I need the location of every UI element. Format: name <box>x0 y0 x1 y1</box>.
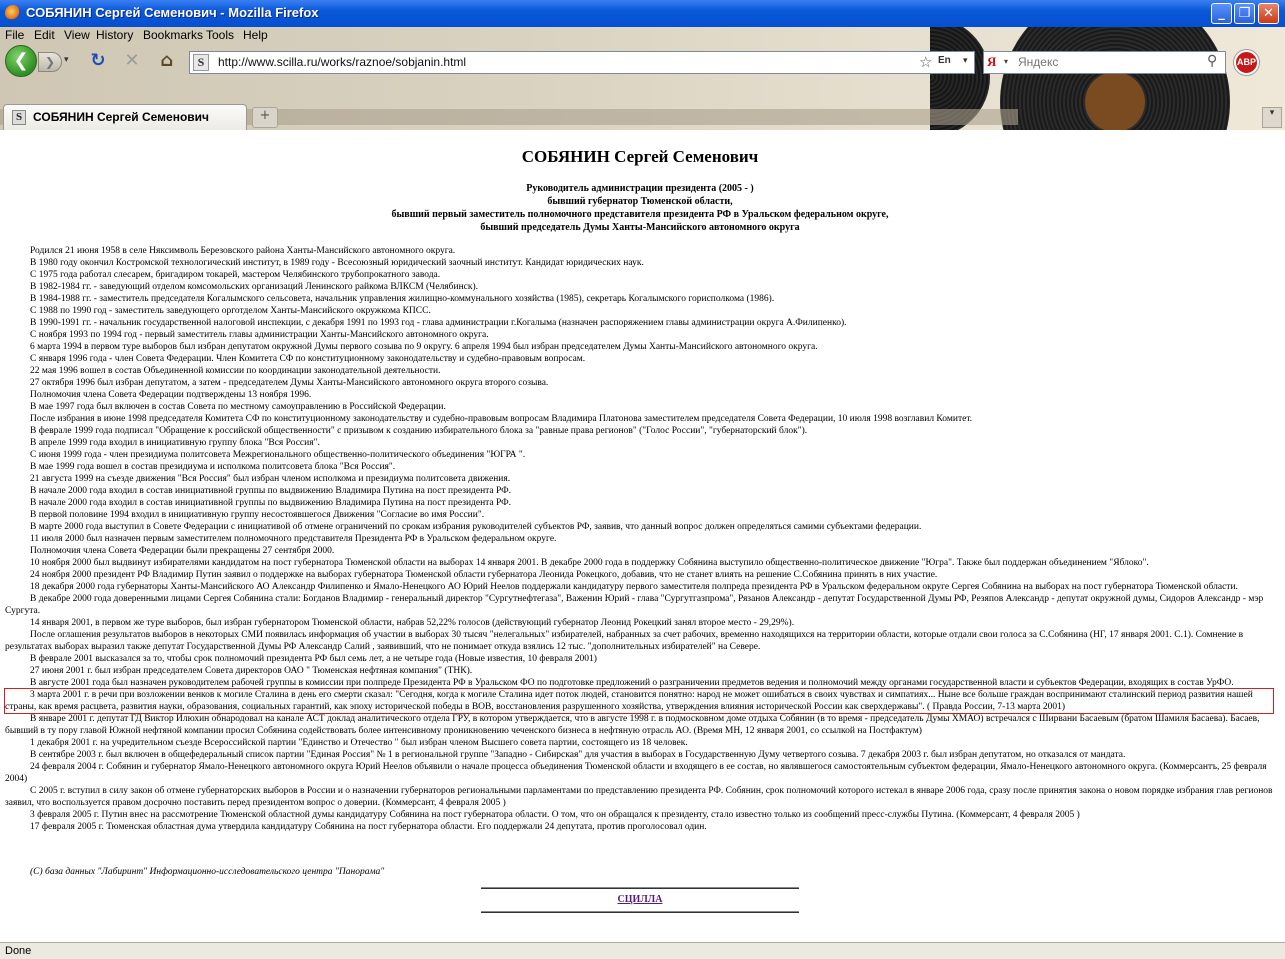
bio-paragraph: 24 февраля 2004 г. Собянин и губернатор … <box>5 762 1267 784</box>
close-button[interactable]: ✕ <box>1258 3 1279 24</box>
bio-paragraph: После избрания в июне 1998 председателя … <box>30 414 973 424</box>
back-button[interactable]: ❮ <box>5 45 37 77</box>
bio-paragraph: С 1988 по 1990 год - заместитель заведую… <box>30 306 431 316</box>
maximize-button[interactable]: ❐ <box>1234 3 1255 24</box>
tab-sobyanin[interactable]: S СОБЯНИН Сергей Семенович <box>3 104 247 130</box>
bio-paragraph: В феврале 2001 высказался за то, чтобы с… <box>30 654 597 664</box>
bio-paragraph: В мае 1997 года был включен в состав Сов… <box>30 402 446 412</box>
bio-paragraph: В декабре 2000 года доверенными лицами С… <box>5 594 1264 616</box>
bio-paragraph: В 1984-1988 гг. - заместитель председате… <box>30 294 775 304</box>
url-dropdown-icon[interactable]: ▾ <box>963 56 968 66</box>
site-identity-icon[interactable]: S <box>193 54 209 71</box>
bio-paragraph: 14 января 2001, в первом же туре выборов… <box>30 618 795 628</box>
page-subtitle: Руководитель администрации президента (2… <box>0 182 1280 234</box>
minimize-button[interactable]: _ <box>1211 3 1232 24</box>
subtitle-line: бывший председатель Думы Ханты-Мансийско… <box>480 222 800 233</box>
tab-label: СОБЯНИН Сергей Семенович <box>33 110 210 124</box>
bio-paragraph: 3 марта 2001 г. в речи при возложении ве… <box>4 688 1274 714</box>
tab-favicon: S <box>12 110 26 125</box>
url-input[interactable] <box>218 55 898 69</box>
forward-button[interactable]: ❯ <box>38 52 62 72</box>
bio-paragraph: Полномочия члена Совета Федерации подтве… <box>30 390 312 400</box>
url-bar[interactable]: S ☆ En ▾ <box>189 51 975 74</box>
bio-paragraph: 18 декабря 2000 года губернаторы Ханты-М… <box>30 582 1238 592</box>
bio-paragraph: 27 октября 1996 был избран депутатом, а … <box>30 378 549 388</box>
all-tabs-button[interactable]: ▾ <box>1262 107 1282 128</box>
stop-icon[interactable]: ✕ <box>120 50 144 74</box>
history-dropdown-icon[interactable]: ▾ <box>64 55 69 65</box>
bio-paragraph: 6 марта 1994 в первом туре выборов был и… <box>30 342 818 352</box>
bio-paragraph: С 2005 г. вступил в силу закон об отмене… <box>5 786 1273 808</box>
bio-paragraph: В 1980 году окончил Костромской технолог… <box>30 258 644 268</box>
bio-paragraph: Полномочия члена Совета Федерации были п… <box>30 546 335 556</box>
bio-paragraph: В начале 2000 года входил в состав иници… <box>30 486 512 496</box>
menu-bookmarks[interactable]: Bookmarks <box>143 28 203 42</box>
bio-paragraph: В первой половине 1994 входил в инициати… <box>30 510 485 520</box>
divider <box>481 911 799 913</box>
new-tab-button[interactable]: + <box>252 107 278 128</box>
bio-paragraph: 21 августа 1999 на съезде движения "Вся … <box>30 474 511 484</box>
subtitle-line: бывший первый заместитель полномочного п… <box>391 209 889 220</box>
status-text: Done <box>5 945 32 957</box>
bio-paragraph: В январе 2001 г. депутат ГД Виктор Илюхи… <box>5 714 1260 736</box>
bio-paragraph: В апреле 1999 года входил в инициативную… <box>30 438 320 448</box>
page-title: СОБЯНИН Сергей Семенович <box>521 147 759 166</box>
bio-paragraph: В 1982-1984 гг. - заведующий отделом ком… <box>30 282 479 292</box>
bio-paragraph: С января 1996 года - член Совета Федерац… <box>30 354 586 364</box>
engine-dropdown-icon[interactable]: ▾ <box>1004 57 1008 66</box>
menu-tools[interactable]: Tools <box>206 28 234 42</box>
bio-paragraph: 11 июля 2000 был назначен первым замести… <box>30 534 557 544</box>
yandex-icon[interactable]: Я <box>987 54 996 70</box>
source-note: (С) база данных "Лабиринт" Информационно… <box>30 867 385 877</box>
reload-icon[interactable]: ↻ <box>86 50 110 74</box>
menu-help[interactable]: Help <box>243 28 268 42</box>
menu-view[interactable]: View <box>64 28 90 42</box>
bio-paragraph: В мае 1999 года вошел в состав президиум… <box>30 462 396 472</box>
bio-paragraph: 1 декабря 2001 г. на учредительном съезд… <box>30 738 688 748</box>
menu-file[interactable]: File <box>5 28 24 42</box>
bio-paragraph: 17 февраля 2005 г. Тюменская областная д… <box>30 822 707 832</box>
menu-edit[interactable]: Edit <box>34 28 55 42</box>
adblock-plus-icon[interactable]: ABP <box>1234 50 1259 75</box>
bio-paragraph: 3 февраля 2005 г. Путин внес на рассмотр… <box>30 810 1080 820</box>
title-bar: СОБЯНИН Сергей Семенович - Mozilla Firef… <box>0 0 1285 27</box>
tab-strip: S СОБЯНИН Сергей Семенович + ▾ <box>0 104 1285 130</box>
home-icon[interactable]: ⌂ <box>155 50 179 74</box>
bio-paragraph: В 1990-1991 гг. - начальник государствен… <box>30 318 847 328</box>
subtitle-line: бывший губернатор Тюменской области, <box>547 196 733 207</box>
bio-paragraph: С 1975 года работал слесарем, бригадиром… <box>30 270 441 280</box>
bio-paragraph: С ноября 1993 по 1994 год - первый замес… <box>30 330 489 340</box>
bio-paragraph: 24 ноября 2000 президент РФ Владимир Пут… <box>30 570 938 580</box>
divider <box>481 887 799 889</box>
bio-paragraph: С июня 1999 года - член президиума полит… <box>30 450 526 460</box>
bio-paragraph: 27 июня 2001 г. был избран председателем… <box>30 666 473 676</box>
bookmark-star-icon[interactable]: ☆ <box>919 53 932 71</box>
bio-paragraph: После оглашения результатов выборов в не… <box>5 630 1244 652</box>
bio-paragraph: Родился 21 июня 1958 в селе Няксимволь Б… <box>30 246 456 256</box>
bio-paragraph: В сентябре 2003 г. был включен в общефед… <box>30 750 1126 760</box>
bio-paragraph: 22 мая 1996 вошел в состав Объединенной … <box>30 366 441 376</box>
biography: Родился 21 июня 1958 в селе Няксимволь Б… <box>4 245 1274 833</box>
search-bar[interactable]: Я ▾ ⚲ <box>983 51 1226 74</box>
bio-paragraph: В начале 2000 года входил в состав иници… <box>30 498 512 508</box>
bio-paragraph: В августе 2001 года был назначен руковод… <box>30 678 1234 688</box>
page-content: СОБЯНИН Сергей Семенович Руководитель ад… <box>0 130 1285 942</box>
scilla-link[interactable]: СЦИЛЛА <box>0 894 1280 905</box>
search-input[interactable] <box>1018 55 1198 69</box>
language-indicator[interactable]: En <box>938 55 951 66</box>
status-bar: Done <box>0 942 1285 959</box>
menu-history[interactable]: History <box>96 28 133 42</box>
bio-paragraph: В феврале 1999 года подписал "Обращение … <box>30 426 808 436</box>
search-icon[interactable]: ⚲ <box>1207 53 1217 69</box>
firefox-icon <box>5 5 21 21</box>
subtitle-line: Руководитель администрации президента (2… <box>526 183 754 194</box>
bio-paragraph: В марте 2000 года выступил в Совете Феде… <box>30 522 922 532</box>
window-title: СОБЯНИН Сергей Семенович - Mozilla Firef… <box>26 5 319 20</box>
bio-paragraph: 10 ноября 2000 был выдвинут избирателями… <box>30 558 1149 568</box>
